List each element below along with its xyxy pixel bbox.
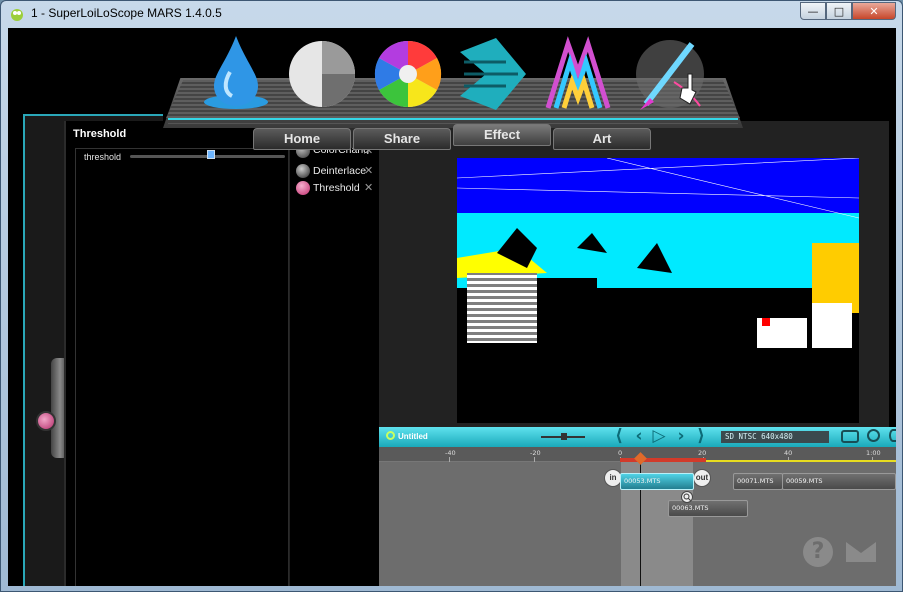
tab-effect[interactable]: Effect: [453, 124, 551, 146]
effect-item-deinterlace[interactable]: Deinterlace: [313, 165, 366, 181]
effect-list: [289, 148, 379, 586]
tick-label: 1:00: [866, 449, 881, 457]
help-icon[interactable]: ?: [803, 537, 833, 567]
play-icon[interactable]: ▷: [650, 428, 668, 446]
arrow-shape-icon[interactable]: [456, 32, 528, 112]
timeline-clip[interactable]: 00059.MTS: [782, 473, 896, 490]
tick-label: -20: [530, 449, 541, 457]
mail-icon[interactable]: [846, 542, 876, 562]
effect-item-threshold[interactable]: Threshold: [313, 182, 360, 198]
timeline-clip[interactable]: 00063.MTS: [668, 500, 748, 517]
skip-end-icon[interactable]: ⟩: [692, 428, 710, 446]
zoom-icon[interactable]: [867, 429, 880, 442]
skip-start-icon[interactable]: ⟨: [610, 428, 628, 446]
color-wheel-icon[interactable]: [372, 32, 444, 112]
effect-icon: [296, 181, 310, 195]
previous-frame-icon[interactable]: ‹: [630, 428, 648, 446]
app-window: 1 - SuperLoiLoScope MARS 1.4.0.5 — □ ✕ T…: [0, 0, 903, 592]
effect-icon: [296, 164, 310, 178]
tab-share[interactable]: Share: [353, 128, 451, 150]
selection-range: [620, 458, 706, 462]
water-drop-icon[interactable]: [200, 32, 272, 112]
art-logo-icon[interactable]: [542, 32, 614, 112]
window-title: 1 - SuperLoiLoScope MARS 1.4.0.5: [31, 6, 222, 20]
nav-shelf-edge: [168, 118, 738, 124]
close-button[interactable]: ✕: [852, 2, 896, 20]
timeline-clip[interactable]: 00053.MTS: [620, 473, 694, 490]
side-knob-icon[interactable]: [36, 411, 56, 431]
minimize-button[interactable]: —: [800, 2, 826, 20]
param-box: [75, 148, 288, 586]
title-bar[interactable]: 1 - SuperLoiLoScope MARS 1.4.0.5 — □ ✕: [1, 1, 902, 27]
next-frame-icon[interactable]: ›: [672, 428, 690, 446]
threshold-label: threshold: [84, 152, 122, 162]
pie-shape-icon[interactable]: [286, 32, 358, 112]
zoom-out-icon[interactable]: [889, 429, 896, 442]
video-preview[interactable]: [457, 158, 859, 423]
window-controls: — □ ✕: [800, 2, 896, 20]
maximize-button[interactable]: □: [826, 2, 852, 20]
app-logo-icon: [11, 9, 23, 21]
threshold-slider-thumb[interactable]: [206, 150, 215, 159]
panel-title: Threshold: [73, 128, 127, 140]
remove-effect-icon[interactable]: ✕: [364, 181, 373, 194]
timeline-clip[interactable]: 00071.MTS: [733, 473, 783, 490]
tick-label: 0: [618, 449, 623, 457]
remove-effect-icon[interactable]: ✕: [364, 164, 373, 177]
app-client-area: Threshold threshold ColorChang ✕ Deinter…: [8, 28, 896, 586]
project-title[interactable]: Untitled: [398, 432, 428, 441]
tab-home[interactable]: Home: [253, 128, 351, 150]
tick-label: 40: [784, 449, 793, 457]
zoom-clip-icon[interactable]: [681, 491, 693, 503]
tab-art[interactable]: Art: [553, 128, 651, 150]
paintbrush-icon[interactable]: [634, 32, 706, 112]
timeline-zoom-slider-thumb[interactable]: [561, 433, 567, 440]
camera-icon[interactable]: [841, 430, 859, 443]
tick-label: -40: [445, 449, 456, 457]
project-icon: [386, 431, 395, 440]
out-marker[interactable]: out: [693, 469, 711, 487]
format-select[interactable]: SD NTSC 640x480: [721, 431, 829, 443]
timeline-length-line: [706, 460, 896, 462]
tick-label: 20: [698, 449, 707, 457]
